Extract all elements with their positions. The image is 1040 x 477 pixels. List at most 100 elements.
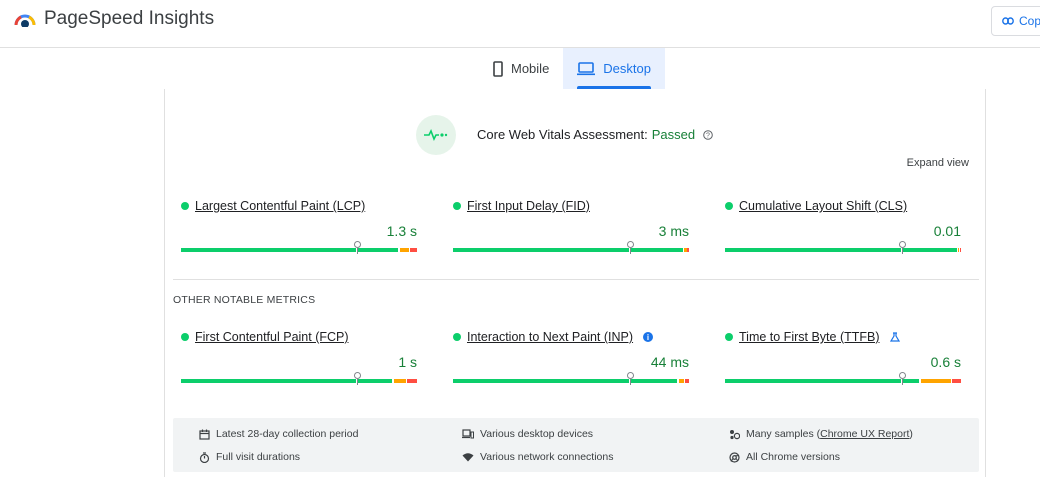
calendar-icon: [199, 429, 210, 440]
samples-suffix: ): [909, 428, 913, 440]
good-segment: [181, 248, 356, 252]
network-types-text: Various network connections: [480, 451, 614, 463]
chrome-versions: All Chrome versions: [729, 451, 840, 463]
visit-durations: Full visit durations: [199, 451, 300, 463]
good-segment-tail: [903, 379, 919, 383]
metric-fid-link[interactable]: First Input Delay (FID): [467, 199, 590, 213]
ni-segment: [679, 379, 684, 383]
poor-segment: [952, 379, 961, 383]
distribution-bar: [181, 241, 417, 254]
p75-marker: [354, 372, 361, 385]
chrome-icon: [729, 451, 740, 463]
phone-icon: [493, 60, 503, 77]
info-icon[interactable]: i: [643, 332, 654, 342]
link-icon: [1002, 17, 1014, 25]
good-segment-tail: [903, 248, 957, 252]
metric-lcp: Largest Contentful Paint (LCP) 1.3 s: [181, 199, 417, 254]
good-segment: [181, 379, 356, 383]
metric-inp-link[interactable]: Interaction to Next Paint (INP): [467, 330, 633, 344]
good-segment-tail: [358, 248, 398, 252]
good-status-dot: [725, 202, 733, 210]
collection-period: Latest 28-day collection period: [199, 428, 358, 440]
metric-ttfb-link[interactable]: Time to First Byte (TTFB): [739, 330, 880, 344]
good-segment: [725, 248, 901, 252]
logo[interactable]: PageSpeed Insights: [14, 8, 214, 30]
device-tabs: Mobile Desktop: [479, 48, 665, 89]
ni-segment: [921, 379, 951, 383]
good-status-dot: [725, 333, 733, 341]
cwv-title-text: Core Web Vitals Assessment:: [477, 127, 648, 142]
experimental-icon[interactable]: [889, 332, 900, 342]
device-types-text: Various desktop devices: [480, 428, 594, 440]
ni-segment: [394, 379, 406, 383]
collection-info-box: Latest 28-day collection period Full vis…: [173, 418, 979, 472]
poor-segment: [960, 248, 961, 252]
tab-mobile-label: Mobile: [511, 61, 550, 76]
copy-link-label: Cop: [1019, 14, 1040, 28]
good-segment-tail: [631, 248, 683, 252]
pulse-icon: [424, 129, 448, 141]
poor-segment: [687, 248, 689, 252]
distribution-bar: [725, 372, 961, 385]
sample-source: Many samples (Chrome UX Report): [729, 428, 913, 440]
cwv-status-text: Passed: [651, 127, 696, 142]
metric-fid-value: 3 ms: [658, 223, 689, 239]
good-status-dot: [453, 202, 461, 210]
poor-segment: [407, 379, 417, 383]
metric-cls: Cumulative Layout Shift (CLS) 0.01: [725, 199, 961, 254]
sample-source-text: Many samples (Chrome UX Report): [746, 428, 913, 440]
good-status-dot: [453, 333, 461, 341]
app-header: PageSpeed Insights Cop: [0, 0, 1040, 48]
devices-icon: [462, 429, 474, 439]
metric-fcp-value: 1 s: [398, 354, 417, 370]
metric-fid: First Input Delay (FID) 3 ms: [453, 199, 689, 254]
metric-inp-value: 44 ms: [650, 354, 689, 370]
help-icon[interactable]: ?: [703, 129, 713, 140]
expand-view-button[interactable]: Expand view: [907, 157, 969, 169]
p75-marker: [899, 241, 906, 254]
good-segment: [725, 379, 901, 383]
stopwatch-icon: [199, 451, 210, 463]
distribution-bar: [453, 241, 689, 254]
desktop-icon: [577, 61, 596, 75]
pagespeed-logo-icon: [14, 14, 36, 27]
cwv-assessment-title: Core Web Vitals Assessment: Passed ?: [477, 127, 713, 142]
samples-icon: [730, 429, 740, 439]
tab-desktop[interactable]: Desktop: [563, 48, 665, 89]
chrome-ux-report-link[interactable]: Chrome UX Report: [820, 428, 909, 440]
good-status-dot: [181, 333, 189, 341]
good-status-dot: [181, 202, 189, 210]
p75-marker: [627, 372, 634, 385]
p75-marker: [354, 241, 361, 254]
other-metrics-heading: OTHER NOTABLE METRICS: [173, 294, 316, 306]
p75-marker: [899, 372, 906, 385]
visit-durations-text: Full visit durations: [216, 451, 301, 463]
cwv-status-badge: [416, 115, 456, 155]
copy-link-button[interactable]: Cop: [991, 6, 1040, 36]
metric-ttfb-value: 0.6 s: [930, 354, 961, 370]
good-segment: [453, 248, 629, 252]
metric-lcp-value: 1.3 s: [386, 223, 417, 239]
poor-segment: [410, 248, 417, 252]
ni-segment: [958, 248, 959, 252]
svg-text:?: ?: [706, 132, 710, 139]
section-divider: [173, 279, 979, 280]
ni-segment: [400, 248, 409, 252]
metric-fcp-link[interactable]: First Contentful Paint (FCP): [195, 330, 349, 344]
chrome-versions-text: All Chrome versions: [746, 451, 840, 463]
metric-fcp: First Contentful Paint (FCP) 1 s: [181, 330, 417, 385]
network-types: Various network connections: [462, 451, 613, 463]
metric-lcp-link[interactable]: Largest Contentful Paint (LCP): [195, 199, 365, 213]
metric-cls-link[interactable]: Cumulative Layout Shift (CLS): [739, 199, 907, 213]
collection-period-text: Latest 28-day collection period: [216, 428, 359, 440]
tab-desktop-label: Desktop: [603, 61, 651, 76]
field-data-panel: Core Web Vitals Assessment: Passed ? Exp…: [164, 89, 986, 477]
tab-mobile[interactable]: Mobile: [479, 48, 563, 89]
good-segment: [453, 379, 629, 383]
metric-ttfb: Time to First Byte (TTFB) 0.6 s: [725, 330, 961, 385]
distribution-bar: [725, 241, 961, 254]
metric-cls-value: 0.01: [933, 223, 961, 239]
app-title: PageSpeed Insights: [44, 8, 215, 29]
samples-prefix: Many samples (: [746, 428, 821, 440]
device-types: Various desktop devices: [462, 428, 593, 440]
